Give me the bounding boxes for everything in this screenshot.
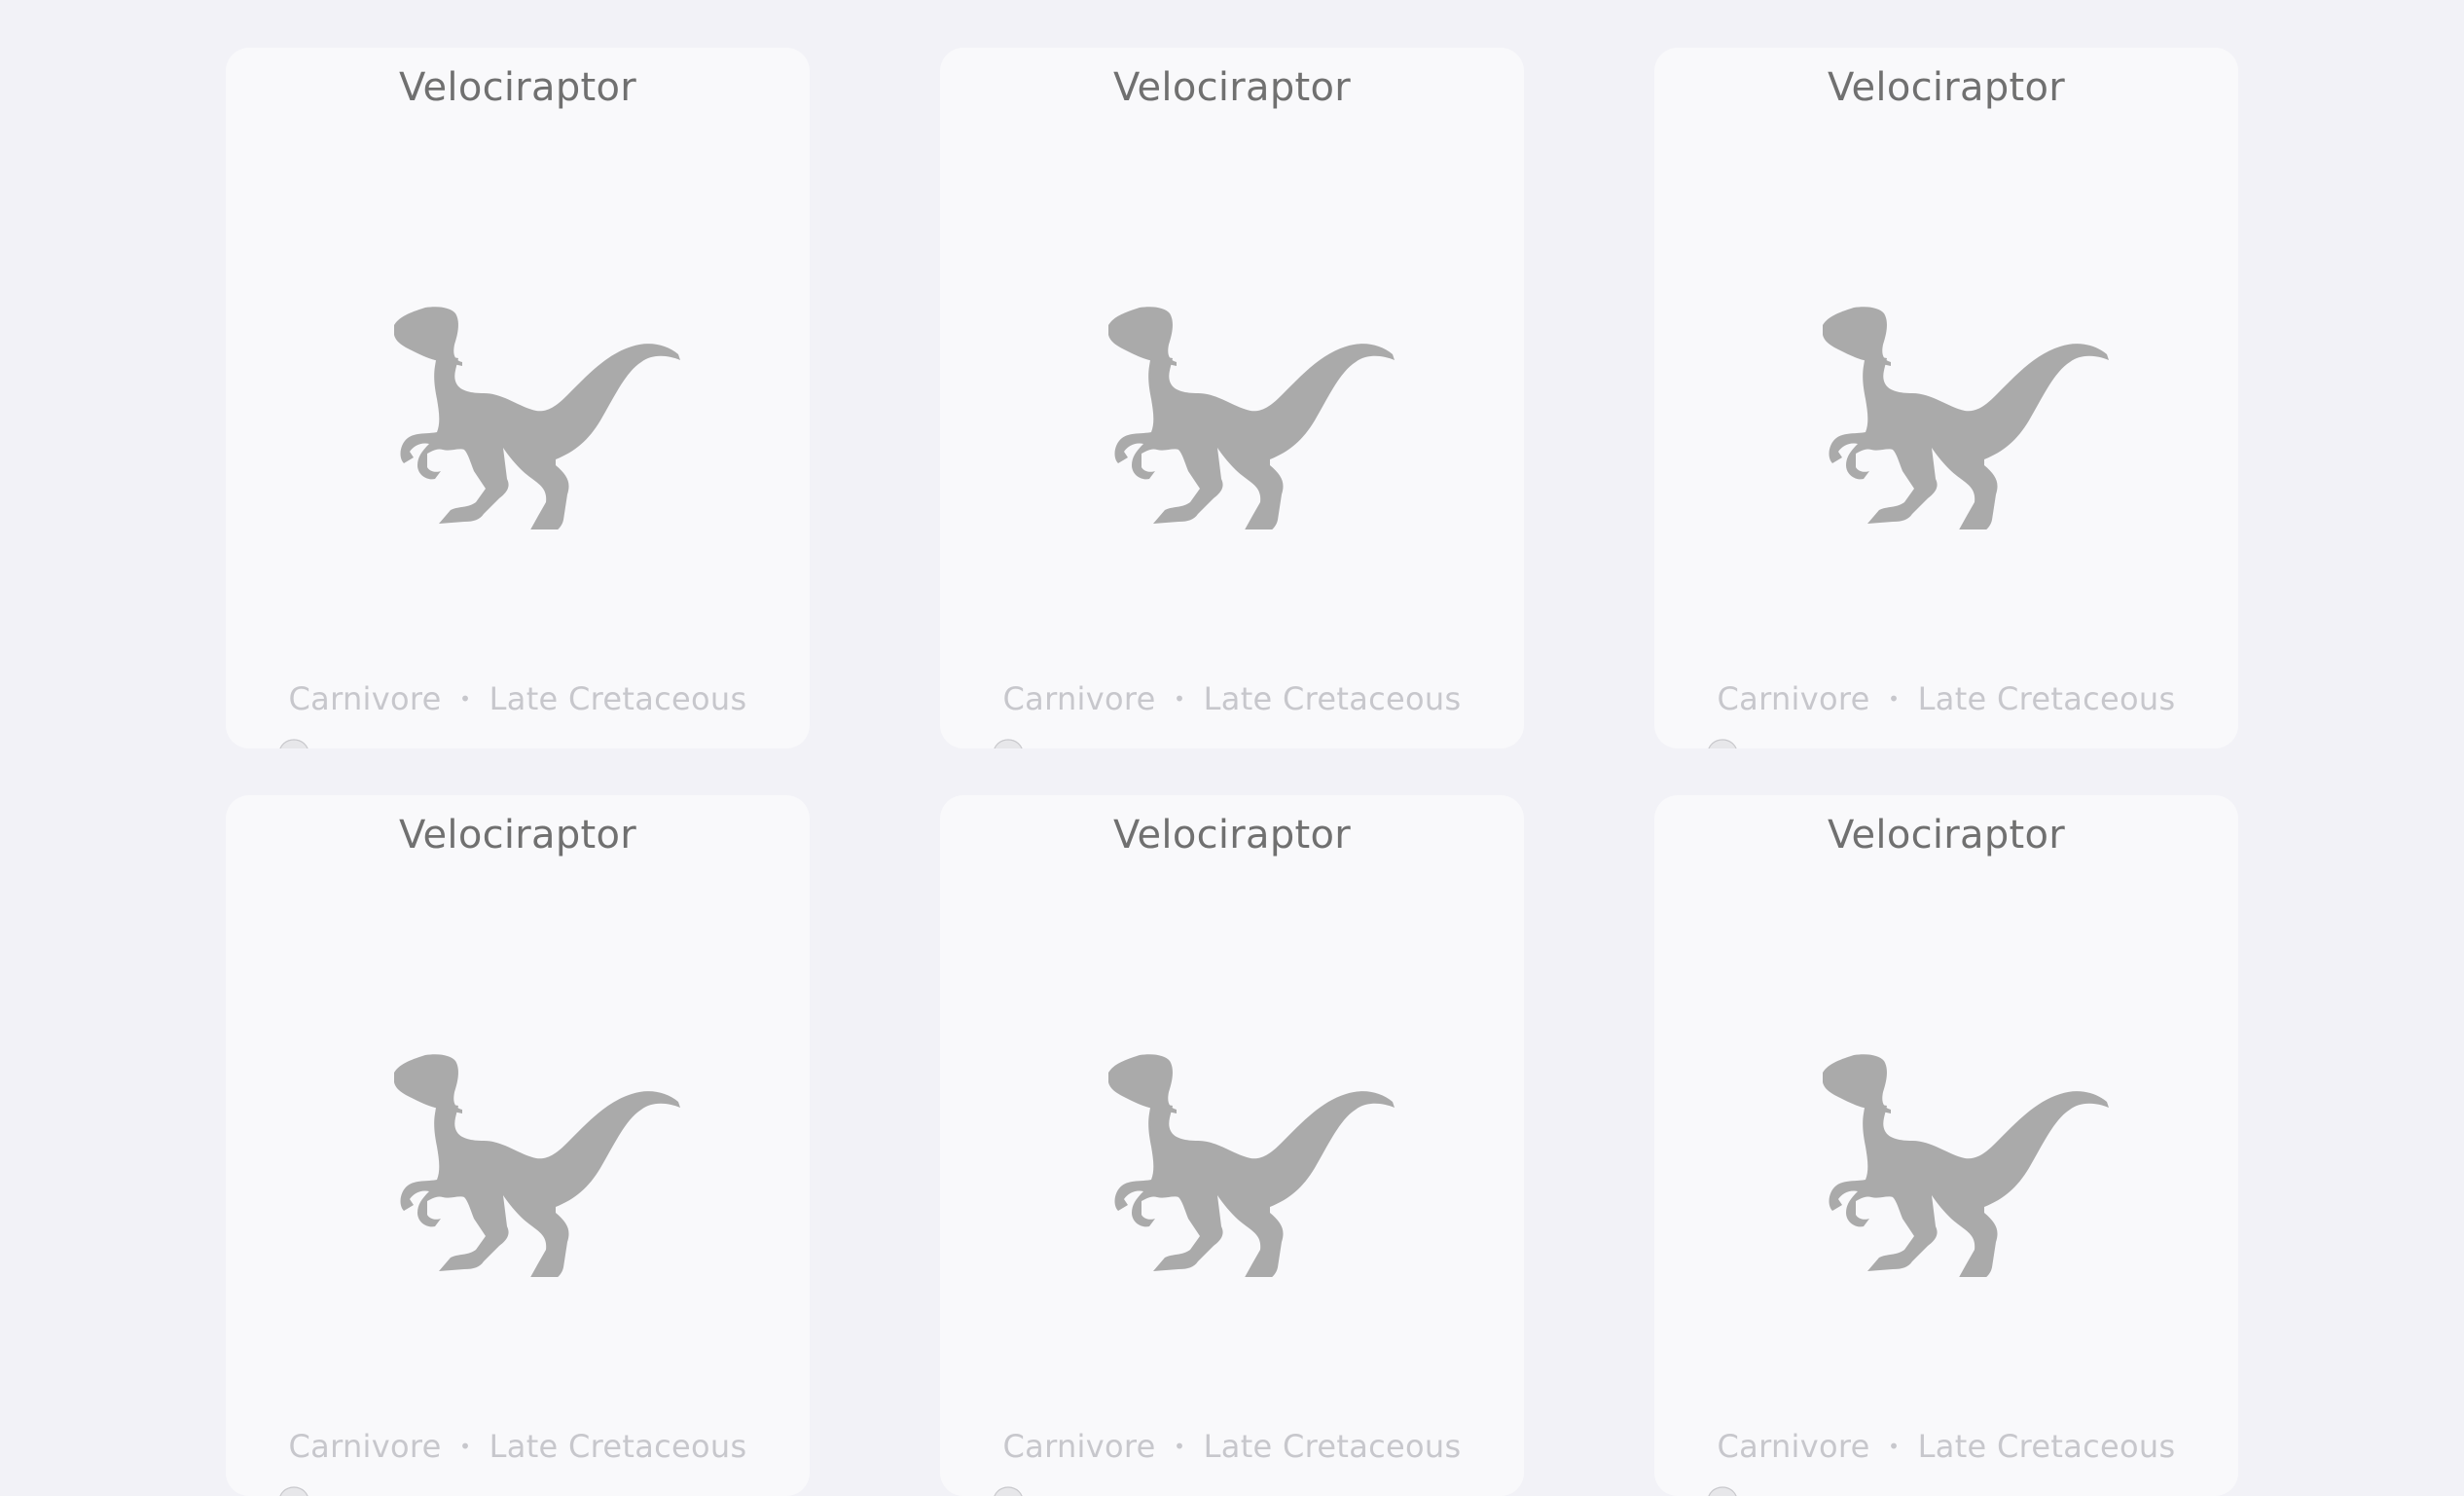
diet-label: Carnivore [288, 1428, 442, 1465]
danger-row [991, 739, 1479, 748]
period-label: Late Cretaceous [1917, 680, 2176, 717]
velociraptor-silhouette-icon [1823, 307, 2109, 529]
skull-icon [1707, 1486, 1738, 1496]
card-meta: Carnivore • Late Cretaceous [226, 680, 810, 717]
skull-icon [278, 1486, 309, 1496]
skull-icon [278, 739, 309, 748]
card-title: Velociraptor [398, 813, 637, 857]
danger-row [991, 1486, 1479, 1496]
danger-row [276, 1486, 765, 1496]
card-title: Velociraptor [1112, 813, 1352, 857]
period-label: Late Cretaceous [489, 1428, 747, 1465]
separator-dot: • [1888, 1435, 1901, 1458]
skull-icon [993, 1486, 1024, 1496]
card-title: Velociraptor [1827, 65, 2066, 110]
velociraptor-silhouette-icon [394, 1054, 680, 1277]
period-label: Late Cretaceous [489, 680, 747, 717]
card-meta: Carnivore • Late Cretaceous [1654, 1428, 2238, 1465]
dinosaur-card[interactable]: Velociraptor Carnivore • Late Cretaceous [226, 48, 810, 748]
danger-row [1705, 1486, 2193, 1496]
diet-label: Carnivore [1717, 680, 1870, 717]
diet-label: Carnivore [1717, 1428, 1870, 1465]
card-meta: Carnivore • Late Cretaceous [226, 1428, 810, 1465]
separator-dot: • [459, 687, 472, 711]
dinosaur-card[interactable]: Velociraptor Carnivore • Late Cretaceous [226, 795, 810, 1496]
dinosaur-card[interactable]: Velociraptor Carnivore • Late Cretaceous [940, 795, 1524, 1496]
separator-dot: • [1174, 1435, 1186, 1458]
velociraptor-silhouette-icon [1108, 1054, 1395, 1277]
skull-icon [1707, 739, 1738, 748]
dinosaur-card[interactable]: Velociraptor Carnivore • Late Cretaceous [1654, 48, 2238, 748]
danger-row [276, 739, 765, 748]
card-meta: Carnivore • Late Cretaceous [940, 1428, 1524, 1465]
period-label: Late Cretaceous [1203, 1428, 1462, 1465]
dinosaur-card[interactable]: Velociraptor Carnivore • Late Cretaceous [940, 48, 1524, 748]
diet-label: Carnivore [288, 680, 442, 717]
diet-label: Carnivore [1002, 1428, 1156, 1465]
velociraptor-silhouette-icon [1108, 307, 1395, 529]
card-title: Velociraptor [398, 65, 637, 110]
separator-dot: • [1174, 687, 1186, 711]
card-meta: Carnivore • Late Cretaceous [1654, 680, 2238, 717]
card-title: Velociraptor [1112, 65, 1352, 110]
diet-label: Carnivore [1002, 680, 1156, 717]
card-title: Velociraptor [1827, 813, 2066, 857]
card-meta: Carnivore • Late Cretaceous [940, 680, 1524, 717]
danger-row [1705, 739, 2193, 748]
dinosaur-card[interactable]: Velociraptor Carnivore • Late Cretaceous [1654, 795, 2238, 1496]
period-label: Late Cretaceous [1917, 1428, 2176, 1465]
separator-dot: • [459, 1435, 472, 1458]
skull-icon [993, 739, 1024, 748]
separator-dot: • [1888, 687, 1901, 711]
velociraptor-silhouette-icon [394, 307, 680, 529]
velociraptor-silhouette-icon [1823, 1054, 2109, 1277]
period-label: Late Cretaceous [1203, 680, 1462, 717]
